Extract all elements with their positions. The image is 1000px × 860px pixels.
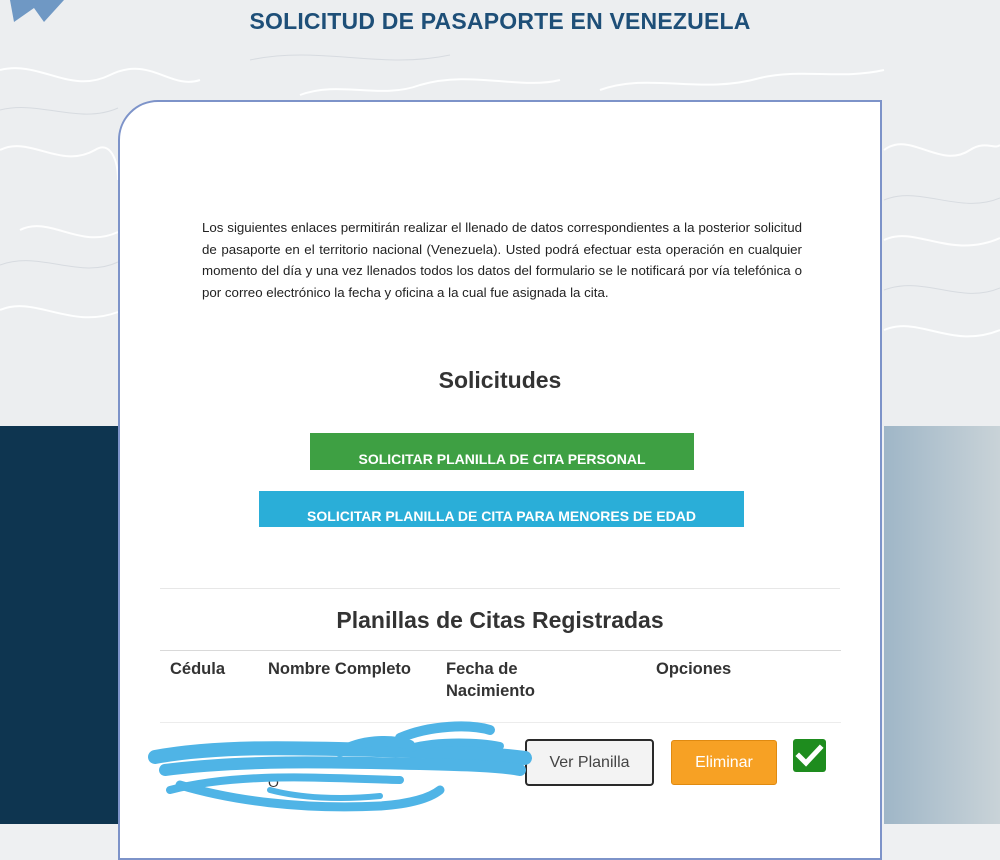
checkmark-icon[interactable] — [793, 739, 826, 772]
table-row-value: O — [268, 774, 279, 790]
table-row-line — [160, 722, 841, 723]
light-band-right — [884, 426, 1000, 824]
table-header-line — [160, 650, 841, 651]
solicitudes-heading: Solicitudes — [438, 367, 562, 393]
intro-paragraph: Los siguientes enlaces permitirán realiz… — [202, 220, 802, 300]
dark-band-left — [0, 426, 120, 824]
section-divider — [160, 588, 840, 589]
column-header-cedula: Cédula — [170, 660, 226, 678]
page-title: SOLICITUD DE PASAPORTE EN VENEZUELA — [249, 8, 751, 34]
column-header-fecha: Fecha de Nacimiento — [446, 660, 535, 700]
content-card: Los siguientes enlaces permitirán realiz… — [118, 100, 882, 860]
eliminar-button[interactable]: Eliminar — [671, 740, 777, 785]
solicitar-cita-menores-button[interactable]: SOLICITAR PLANILLA DE CITA PARA MENORES … — [259, 491, 744, 527]
solicitar-cita-personal-button[interactable]: SOLICITAR PLANILLA DE CITA PERSONAL — [310, 433, 694, 470]
column-header-opciones: Opciones — [656, 660, 732, 678]
planillas-heading: Planillas de Citas Registradas — [336, 607, 664, 633]
column-header-nombre: Nombre Completo — [268, 660, 412, 678]
ver-planilla-button[interactable]: Ver Planilla — [525, 739, 654, 786]
